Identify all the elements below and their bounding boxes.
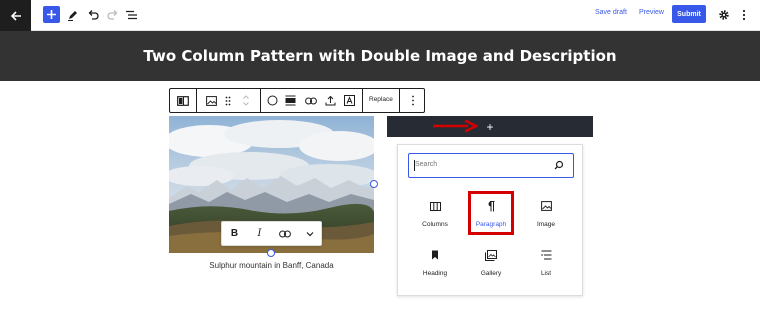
block-appender-button[interactable]: +	[387, 116, 593, 137]
toolbar-divider	[196, 89, 197, 112]
annotation-highlight-box	[468, 191, 514, 235]
chevron-down-icon	[306, 231, 313, 236]
link-icon	[304, 97, 317, 104]
image-caption[interactable]: Sulphur mountain in Banff, Canada	[169, 261, 374, 270]
block-gallery[interactable]: Gallery	[466, 242, 516, 286]
circle-icon	[267, 95, 278, 106]
editor-header: Save draft Preview Submit	[0, 0, 760, 31]
link-icon	[278, 230, 291, 237]
toolbar-divider	[260, 89, 261, 112]
options-button[interactable]	[734, 5, 754, 25]
block-label: Gallery	[480, 270, 502, 277]
block-label: Columns	[422, 221, 448, 228]
italic-button[interactable]: I	[247, 222, 272, 245]
search-placeholder: Search	[415, 161, 438, 168]
block-options-button[interactable]	[405, 93, 420, 108]
duotone-button[interactable]	[265, 93, 280, 108]
bookmark-icon	[427, 247, 443, 263]
save-draft-button[interactable]: Save draft	[595, 9, 627, 16]
cover-banner: Two Column Pattern with Double Image and…	[0, 31, 760, 81]
move-up-down-button[interactable]	[238, 93, 253, 108]
toolbar-divider	[362, 89, 363, 112]
text-overlay-icon	[344, 95, 355, 106]
redo-icon	[107, 10, 118, 20]
kebab-menu-icon	[411, 95, 414, 106]
list-view-icon	[125, 10, 137, 20]
columns-icon	[176, 95, 189, 106]
format-toolbar: B I	[221, 221, 322, 246]
drag-handle[interactable]	[220, 93, 235, 108]
block-inserter-popover: Search Columns Paragraph Image Heading G	[397, 144, 583, 296]
upload-button[interactable]	[323, 93, 338, 108]
arrow-left-icon	[10, 10, 21, 21]
gallery-icon	[483, 247, 499, 263]
resize-handle-bottom[interactable]	[267, 249, 275, 257]
gear-icon	[719, 10, 729, 20]
link-button[interactable]	[303, 93, 318, 108]
bold-button[interactable]: B	[222, 222, 247, 245]
block-list[interactable]: List	[521, 242, 571, 286]
pencil-icon	[68, 11, 77, 21]
page-title[interactable]: Two Column Pattern with Double Image and…	[143, 47, 616, 65]
image-block-button[interactable]	[204, 93, 219, 108]
undo-icon	[88, 10, 99, 20]
block-label: Image	[536, 221, 556, 228]
block-type-button[interactable]	[175, 93, 190, 108]
resize-handle-right[interactable]	[370, 180, 378, 188]
toolbar-divider	[399, 89, 400, 112]
search-input[interactable]: Search	[408, 153, 574, 178]
list-view-button[interactable]	[121, 5, 141, 25]
arrow-right-icon	[433, 119, 478, 133]
align-button[interactable]	[283, 93, 298, 108]
image-icon	[206, 95, 217, 106]
block-label: List	[540, 270, 552, 277]
list-icon	[538, 247, 554, 263]
chevron-up-down-icon	[242, 95, 249, 106]
back-button[interactable]	[0, 0, 31, 31]
preview-button[interactable]: Preview	[639, 9, 664, 16]
text-overlay-button[interactable]	[342, 93, 357, 108]
undo-button[interactable]	[83, 5, 103, 25]
kebab-menu-icon	[742, 9, 746, 21]
submit-button[interactable]: Submit	[672, 5, 706, 23]
plus-icon	[47, 10, 56, 19]
search-icon	[554, 160, 564, 170]
columns-icon	[427, 198, 443, 214]
block-toolbar: Replace	[169, 88, 425, 113]
more-formatting-button[interactable]	[297, 222, 322, 245]
add-block-button[interactable]	[43, 6, 60, 23]
block-columns[interactable]: Columns	[410, 193, 460, 237]
upload-icon	[325, 95, 336, 106]
replace-button[interactable]: Replace	[369, 96, 393, 103]
align-none-icon	[285, 95, 296, 106]
image-icon	[538, 198, 554, 214]
tools-button[interactable]	[63, 5, 83, 25]
block-image[interactable]: Image	[521, 193, 571, 237]
block-heading[interactable]: Heading	[410, 242, 460, 286]
link-button[interactable]	[272, 222, 297, 245]
settings-button[interactable]	[714, 5, 734, 25]
redo-button[interactable]	[103, 5, 123, 25]
block-label: Heading	[422, 270, 448, 277]
drag-handle-icon	[225, 96, 230, 105]
